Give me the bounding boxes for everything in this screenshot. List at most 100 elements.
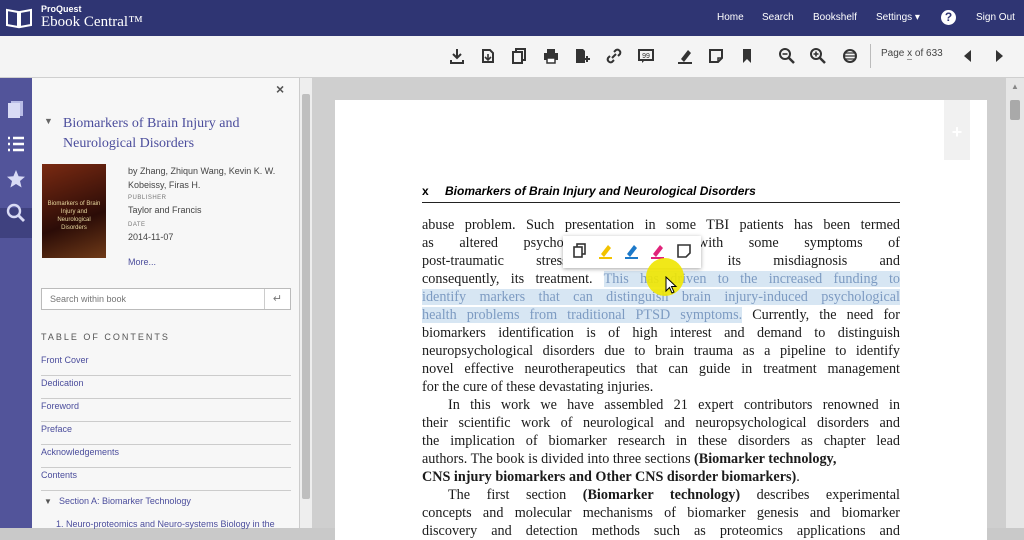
text-line[interactable]: abuse problem. Such presentation in some…: [422, 216, 900, 234]
text-line[interactable]: In this work we have assembled 21 expert…: [422, 396, 900, 414]
add-bookmark-icon[interactable]: +: [944, 122, 970, 143]
text-span[interactable]: authors. The book is divided into three …: [422, 451, 694, 467]
text-span[interactable]: concepts and molecular mechanisms of bio…: [422, 505, 900, 521]
copy-text-icon[interactable]: [571, 242, 589, 260]
text-span[interactable]: (Biomarker technology): [583, 487, 740, 503]
zoom-out-icon[interactable]: [777, 46, 797, 66]
star-icon[interactable]: [5, 168, 27, 190]
text-span[interactable]: (Biomarker technology,: [694, 451, 836, 467]
text-span[interactable]: their scientific work of neurological an…: [422, 415, 900, 431]
text-line[interactable]: novel effective neurotherapeutics that c…: [422, 360, 900, 378]
text-line[interactable]: biomarkers identification is of high int…: [422, 324, 900, 342]
text-line[interactable]: neuropsychological disorders due to brai…: [422, 342, 900, 360]
toc-item[interactable]: Foreword: [41, 400, 291, 422]
brand-product-name: Ebook Central™: [41, 14, 143, 30]
panel-scrollbar-thumb[interactable]: [302, 94, 310, 499]
search-icon[interactable]: [5, 202, 27, 224]
search-submit-icon[interactable]: ↵: [264, 289, 290, 309]
text-span[interactable]: neuropsychological disorders due to brai…: [422, 343, 900, 359]
full-download-icon[interactable]: [478, 46, 498, 66]
page-number-input[interactable]: x: [907, 48, 913, 60]
text-line[interactable]: concepts and molecular mechanisms of bio…: [422, 504, 900, 522]
text-span[interactable]: CNS injury biomarkers and Other CNS diso…: [422, 469, 796, 485]
reader-scrollbar[interactable]: ▲: [1006, 78, 1024, 528]
copy-icon[interactable]: [509, 46, 529, 66]
note-icon[interactable]: [706, 46, 726, 66]
toc-heading: TABLE OF CONTENTS: [41, 332, 170, 342]
nav-search-link[interactable]: Search: [762, 12, 794, 23]
publisher-value: Taylor and Francis: [128, 205, 202, 215]
close-icon[interactable]: ×: [276, 81, 284, 97]
book-cover-image: Biomarkers of Brain Injury and Neurologi…: [42, 164, 106, 258]
reading-area: + x Biomarkers of Brain Injury and Neuro…: [312, 78, 1024, 540]
add-to-bookshelf-icon[interactable]: [572, 46, 592, 66]
book-info-panel: × ▼ Biomarkers of Brain Injury and Neuro…: [32, 78, 300, 529]
text-span[interactable]: biomarkers identification is of high int…: [422, 325, 900, 341]
text-span[interactable]: In this work we have assembled 21 expert…: [448, 397, 900, 413]
book-details-icon[interactable]: [5, 98, 27, 120]
text-span[interactable]: describes experimental: [740, 487, 900, 503]
search-within-book-input[interactable]: [42, 289, 264, 309]
nav-bookshelf-link[interactable]: Bookshelf: [813, 12, 857, 23]
help-icon[interactable]: ?: [941, 10, 956, 25]
collapse-caret-icon[interactable]: ▼: [44, 116, 53, 126]
cite-icon[interactable]: 99: [636, 46, 656, 66]
toc-item[interactable]: Contents: [41, 469, 291, 491]
reader-toolbar: 99 Page x of 633: [0, 36, 1024, 78]
text-span[interactable]: discovery and detection methods such as …: [422, 523, 900, 539]
toolbar-divider: [870, 44, 871, 68]
page-indicator: Page x of 633: [881, 48, 943, 60]
print-icon[interactable]: [541, 46, 561, 66]
nav-settings-menu[interactable]: Settings ▾: [876, 12, 920, 23]
table-of-contents-icon[interactable]: [5, 133, 27, 155]
panel-scrollbar[interactable]: [300, 78, 312, 528]
nav-signout-link[interactable]: Sign Out: [976, 12, 1015, 23]
search-within-book: ↵: [41, 288, 291, 310]
scroll-up-arrow-icon[interactable]: ▲: [1011, 82, 1019, 91]
section-expand-caret-icon[interactable]: ▼: [44, 497, 52, 506]
running-head-page-number: x: [422, 184, 429, 198]
text-span[interactable]: consequently, its treatment.: [422, 271, 604, 287]
highlight-yellow-icon[interactable]: [597, 242, 615, 260]
text-line[interactable]: discovery and detection methods such as …: [422, 522, 900, 540]
link-icon[interactable]: [604, 46, 624, 66]
text-span[interactable]: The first section: [448, 487, 583, 503]
page-bookmark-tab[interactable]: +: [944, 100, 970, 160]
toc-item[interactable]: Dedication: [41, 377, 291, 399]
zoom-in-icon[interactable]: [808, 46, 828, 66]
text-line[interactable]: The first section (Biomarker technology)…: [422, 486, 900, 504]
text-span[interactable]: .: [796, 469, 800, 485]
next-page-icon[interactable]: [989, 46, 1009, 66]
highlight-icon[interactable]: [675, 46, 695, 66]
side-rail: [0, 78, 32, 528]
download-icon[interactable]: [447, 46, 467, 66]
page-indicator-total: of 633: [914, 48, 943, 59]
text-line[interactable]: health problems from traditional PTSD sy…: [422, 306, 900, 324]
nav-home-link[interactable]: Home: [717, 12, 744, 23]
more-details-link[interactable]: More...: [128, 257, 156, 267]
text-line[interactable]: their scientific work of neurological an…: [422, 414, 900, 432]
highlighted-text[interactable]: health problems from traditional PTSD sy…: [422, 307, 743, 323]
text-span[interactable]: Currently, the need for: [742, 307, 900, 323]
toc-item[interactable]: Front Cover: [41, 354, 291, 376]
toc-item[interactable]: Preface: [41, 423, 291, 445]
brand-publisher: ProQuest: [41, 4, 82, 14]
toc-section-a[interactable]: Section A: Biomarker Technology: [59, 496, 191, 506]
add-note-icon[interactable]: [675, 242, 693, 260]
toc-item[interactable]: Acknowledgements: [41, 446, 291, 468]
date-label: DATE: [128, 222, 146, 228]
reader-scrollbar-thumb[interactable]: [1010, 100, 1020, 120]
text-span[interactable]: abuse problem. Such presentation in some…: [422, 217, 900, 233]
text-line[interactable]: CNS injury biomarkers and Other CNS diso…: [422, 468, 900, 486]
page-indicator-prefix: Page: [881, 48, 905, 59]
text-line[interactable]: the implication of biomarker research in…: [422, 432, 900, 450]
text-line[interactable]: for the cure of these devastating injuri…: [422, 378, 900, 396]
text-span[interactable]: for the cure of these devastating injuri…: [422, 379, 653, 395]
highlight-blue-icon[interactable]: [623, 242, 641, 260]
text-line[interactable]: authors. The book is divided into three …: [422, 450, 900, 468]
text-span[interactable]: the implication of biomarker research in…: [422, 433, 900, 449]
fit-page-icon[interactable]: [840, 46, 860, 66]
previous-page-icon[interactable]: [958, 46, 978, 66]
text-span[interactable]: novel effective neurotherapeutics that c…: [422, 361, 900, 377]
bookmark-icon[interactable]: [737, 46, 757, 66]
